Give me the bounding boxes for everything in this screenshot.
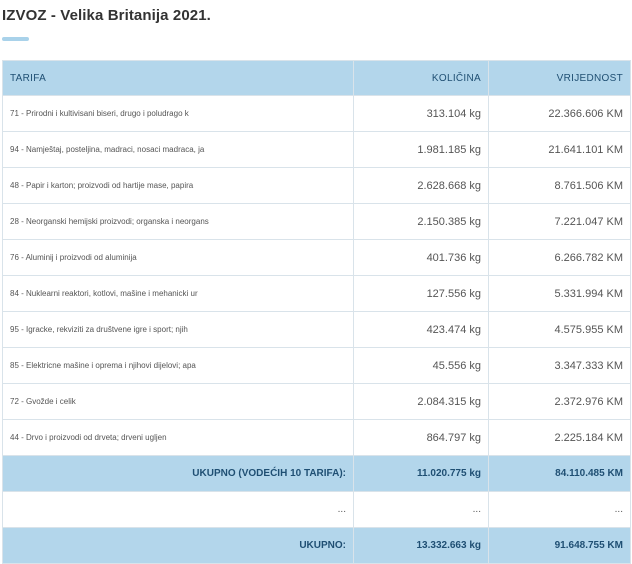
cell-tarifa: 94 - Namještaj, posteljina, madraci, nos… <box>2 131 354 168</box>
subtotal-vrijednost: 84.110.485 KM <box>488 455 631 492</box>
subtotal-kolicina: 11.020.775 kg <box>353 455 489 492</box>
cell-vrijednost: 22.366.606 KM <box>488 95 631 132</box>
cell-kolicina: 864.797 kg <box>353 419 489 456</box>
cell-vrijednost: 4.575.955 KM <box>488 311 631 348</box>
title-underline <box>2 37 29 41</box>
cell-vrijednost: 8.761.506 KM <box>488 167 631 204</box>
total-kolicina: 13.332.663 kg <box>353 527 489 564</box>
cell-kolicina: 127.556 kg <box>353 275 489 312</box>
export-table: TARIFA KOLIČINA VRIJEDNOST 71 - Prirodni… <box>2 60 631 564</box>
page-title: IZVOZ - Velika Britanija 2021. <box>2 7 211 24</box>
cell-kolicina: 1.981.185 kg <box>353 131 489 168</box>
ellipsis-label: ... <box>2 491 354 528</box>
cell-vrijednost: 2.372.976 KM <box>488 383 631 420</box>
cell-vrijednost: 2.225.184 KM <box>488 419 631 456</box>
table-row: 76 - Aluminij i proizvodi od aluminija 4… <box>2 239 631 276</box>
cell-kolicina: 2.150.385 kg <box>353 203 489 240</box>
table-row: 95 - Igracke, rekviziti za društvene igr… <box>2 311 631 348</box>
cell-kolicina: 2.084.315 kg <box>353 383 489 420</box>
cell-tarifa: 85 - Elektricne mašine i oprema i njihov… <box>2 347 354 384</box>
header-vrijednost[interactable]: VRIJEDNOST <box>488 60 631 96</box>
table-row: 72 - Gvožde i celik 2.084.315 kg 2.372.9… <box>2 383 631 420</box>
subtotal-label: UKUPNO (VODEĆIH 10 TARIFA): <box>2 455 354 492</box>
cell-tarifa: 76 - Aluminij i proizvodi od aluminija <box>2 239 354 276</box>
header-kolicina[interactable]: KOLIČINA <box>353 60 489 96</box>
ellipsis-vrijednost: ... <box>488 491 631 528</box>
table-row: 94 - Namještaj, posteljina, madraci, nos… <box>2 131 631 168</box>
cell-vrijednost: 5.331.994 KM <box>488 275 631 312</box>
table-row: 71 - Prirodni i kultivisani biseri, drug… <box>2 95 631 132</box>
cell-kolicina: 313.104 kg <box>353 95 489 132</box>
cell-tarifa: 44 - Drvo i proizvodi od drveta; drveni … <box>2 419 354 456</box>
cell-tarifa: 72 - Gvožde i celik <box>2 383 354 420</box>
cell-kolicina: 45.556 kg <box>353 347 489 384</box>
subtotal-row: UKUPNO (VODEĆIH 10 TARIFA): 11.020.775 k… <box>2 455 631 492</box>
total-label: UKUPNO: <box>2 527 354 564</box>
cell-vrijednost: 3.347.333 KM <box>488 347 631 384</box>
table-row: 84 - Nuklearni reaktori, kotlovi, mašine… <box>2 275 631 312</box>
cell-vrijednost: 21.641.101 KM <box>488 131 631 168</box>
total-vrijednost: 91.648.755 KM <box>488 527 631 564</box>
total-row: UKUPNO: 13.332.663 kg 91.648.755 KM <box>2 527 631 564</box>
table-row: 44 - Drvo i proizvodi od drveta; drveni … <box>2 419 631 456</box>
cell-vrijednost: 6.266.782 KM <box>488 239 631 276</box>
cell-tarifa: 84 - Nuklearni reaktori, kotlovi, mašine… <box>2 275 354 312</box>
table-row: 48 - Papir i karton; proizvodi od hartij… <box>2 167 631 204</box>
ellipsis-kolicina: ... <box>353 491 489 528</box>
cell-kolicina: 2.628.668 kg <box>353 167 489 204</box>
cell-kolicina: 401.736 kg <box>353 239 489 276</box>
table-row: 28 - Neorganski hemijski proizvodi; orga… <box>2 203 631 240</box>
header-tarifa[interactable]: TARIFA <box>2 60 354 96</box>
table-header-row: TARIFA KOLIČINA VRIJEDNOST <box>2 60 631 96</box>
cell-tarifa: 48 - Papir i karton; proizvodi od hartij… <box>2 167 354 204</box>
ellipsis-row: ... ... ... <box>2 491 631 528</box>
table-row: 85 - Elektricne mašine i oprema i njihov… <box>2 347 631 384</box>
cell-kolicina: 423.474 kg <box>353 311 489 348</box>
cell-tarifa: 95 - Igracke, rekviziti za društvene igr… <box>2 311 354 348</box>
cell-tarifa: 28 - Neorganski hemijski proizvodi; orga… <box>2 203 354 240</box>
cell-vrijednost: 7.221.047 KM <box>488 203 631 240</box>
page: IZVOZ - Velika Britanija 2021. TARIFA KO… <box>0 0 632 564</box>
cell-tarifa: 71 - Prirodni i kultivisani biseri, drug… <box>2 95 354 132</box>
